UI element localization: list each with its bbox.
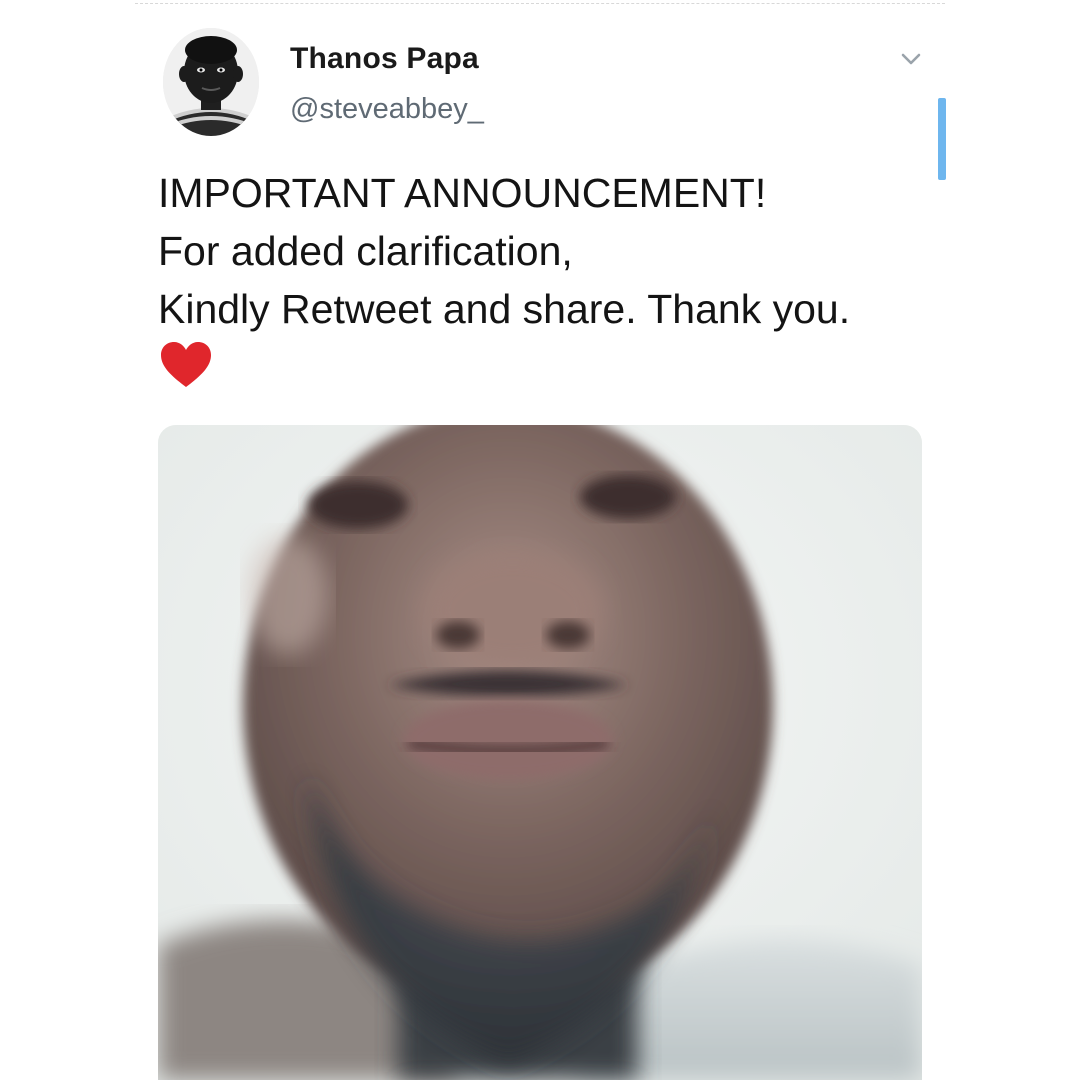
top-divider xyxy=(135,3,945,4)
scroll-indicator[interactable] xyxy=(938,98,946,180)
chevron-down-icon[interactable] xyxy=(896,46,926,72)
display-name[interactable]: Thanos Papa xyxy=(290,42,479,76)
avatar[interactable] xyxy=(163,28,259,136)
tweet-text-line: For added clarification, xyxy=(158,228,573,274)
tweet-text-line: IMPORTANT ANNOUNCEMENT! xyxy=(158,170,767,216)
user-handle[interactable]: @steveabbey_ xyxy=(290,93,484,126)
tweet-text: IMPORTANT ANNOUNCEMENT! For added clarif… xyxy=(158,164,938,338)
avatar-photo xyxy=(163,28,259,136)
tweet-text-line: Kindly Retweet and share. Thank you. xyxy=(158,286,851,332)
heart-icon xyxy=(160,341,212,389)
video-thumbnail[interactable] xyxy=(158,425,922,1080)
video-frame xyxy=(158,425,922,1080)
